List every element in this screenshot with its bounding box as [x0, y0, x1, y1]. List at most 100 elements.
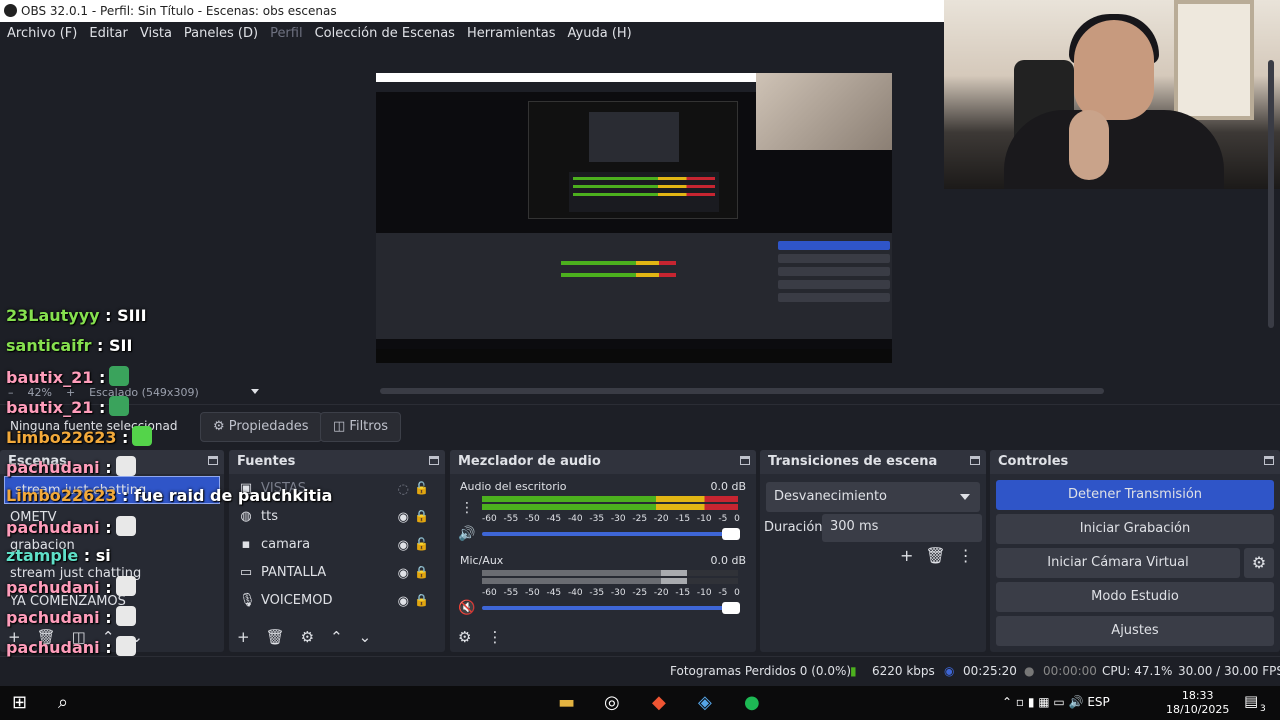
volume-icon[interactable]: 🔊: [1069, 695, 1088, 709]
preview-horizontal-scrollbar[interactable]: [380, 388, 1104, 394]
source-item[interactable]: ▭ PANTALLA ◉ 🔒: [229, 560, 445, 588]
audio-mixer-dock: Mezclador de audio Audio del escritorio …: [450, 450, 756, 652]
add-transition-button[interactable]: +: [900, 546, 913, 565]
channel-menu-icon[interactable]: ⋮: [460, 500, 474, 516]
eye-icon[interactable]: ◉: [398, 594, 409, 609]
chat-username: pachudani: [6, 638, 100, 657]
source-item[interactable]: ◍ tts ◉ 🔒: [229, 504, 445, 532]
menu-paneles[interactable]: Paneles (D): [177, 22, 263, 41]
search-icon[interactable]: ⌕: [58, 692, 68, 713]
obs-logo-icon: [4, 4, 17, 17]
unlock-icon[interactable]: 🔓: [414, 481, 429, 495]
volume-slider-knob[interactable]: [722, 602, 740, 614]
menu-vista[interactable]: Vista: [133, 22, 177, 41]
obs-taskbar-icon[interactable]: ◎: [604, 692, 620, 713]
undock-icon[interactable]: [1264, 456, 1274, 465]
transition-select[interactable]: Desvanecimiento: [766, 482, 980, 512]
undock-icon[interactable]: [740, 456, 750, 465]
clock[interactable]: 18:33 18/10/2025: [1166, 689, 1229, 717]
db-scale-tick: -35: [589, 588, 605, 598]
chat-username: bautix_21: [6, 368, 94, 387]
trash-icon[interactable]: 🗑: [925, 546, 945, 565]
studio-mode-button[interactable]: Modo Estudio: [996, 582, 1274, 612]
gear-icon[interactable]: ⚙: [1244, 548, 1274, 578]
window-title: OBS 32.0.1 - Perfil: Sin Título - Escena…: [21, 4, 337, 18]
lock-icon[interactable]: 🔒: [414, 509, 429, 523]
cpu-usage: CPU: 47.1%: [1102, 664, 1173, 678]
program-preview[interactable]: [376, 73, 892, 363]
chat-text: :: [98, 368, 106, 387]
webcam-icon[interactable]: ▫: [1016, 695, 1028, 709]
fps: 30.00 / 30.00 FPS: [1178, 664, 1280, 678]
chat-text: : si: [83, 546, 111, 565]
add-source-button[interactable]: +: [237, 628, 250, 646]
undock-icon[interactable]: [429, 456, 439, 465]
mixer-menu-icon[interactable]: ⋮: [487, 628, 502, 646]
stream-icon: ◉: [944, 664, 955, 678]
mixer-dock-header: Mezclador de audio: [450, 450, 756, 474]
settings-button[interactable]: Ajustes: [996, 616, 1274, 646]
unlock-icon[interactable]: 🔓: [414, 537, 429, 551]
folder-icon[interactable]: ▬: [558, 692, 575, 713]
stop-stream-button[interactable]: Detener Transmisión: [996, 480, 1274, 510]
windows-start-icon[interactable]: ⊞: [12, 692, 27, 713]
trash-icon[interactable]: 🗑: [266, 628, 285, 646]
chat-message: santicaifr : SII: [6, 336, 132, 355]
system-tray: ⌃ ▫ ▮ ▦ ▭ 🔊 ESP: [1002, 695, 1110, 709]
volume-slider[interactable]: [482, 528, 740, 540]
language-indicator[interactable]: ESP: [1087, 695, 1109, 709]
lock-icon[interactable]: 🔒: [414, 593, 429, 607]
chat-text: : SIII: [105, 306, 147, 325]
menu-archivo[interactable]: Archivo (F): [0, 22, 82, 41]
menu-coleccion[interactable]: Colección de Escenas: [308, 22, 460, 41]
menu-editar[interactable]: Editar: [82, 22, 133, 41]
gear-icon[interactable]: ⚙: [458, 628, 471, 646]
spotify-icon[interactable]: ●: [744, 692, 760, 713]
move-up-button[interactable]: ⌃: [330, 628, 343, 646]
chat-emote-icon: [109, 396, 130, 416]
preview-vertical-scrollbar[interactable]: [1268, 60, 1274, 328]
properties-button[interactable]: ⚙ Propiedades: [200, 412, 322, 442]
eye-hidden-icon[interactable]: ◌: [398, 482, 409, 497]
start-recording-button[interactable]: Iniciar Grabación: [996, 514, 1274, 544]
notification-icon[interactable]: ▤: [1244, 692, 1258, 710]
brave-icon[interactable]: ◆: [652, 692, 666, 713]
transition-menu-icon[interactable]: ⋮: [958, 546, 974, 565]
chat-message: ztample : si: [6, 546, 111, 565]
start-virtual-camera-button[interactable]: Iniciar Cámara Virtual: [996, 548, 1240, 578]
chat-text: :: [98, 398, 106, 417]
menu-herramientas[interactable]: Herramientas: [460, 22, 561, 41]
preview-nested-docks: [376, 233, 892, 339]
source-item[interactable]: ▪ camara ◉ 🔓: [229, 532, 445, 560]
duration-spinbox[interactable]: 300 ms: [822, 514, 982, 542]
chat-username: bautix_21: [6, 398, 94, 417]
eye-icon[interactable]: ◉: [398, 538, 409, 553]
stream-time: 00:25:20: [963, 664, 1017, 678]
network-icon[interactable]: ▦: [1038, 695, 1053, 709]
chat-message: Limbo22623 :: [6, 426, 153, 447]
db-scale-tick: -10: [696, 514, 712, 524]
chevron-down-icon[interactable]: [250, 389, 259, 394]
chevron-up-icon[interactable]: ⌃: [1002, 695, 1016, 709]
volume-slider[interactable]: [482, 602, 740, 614]
undock-icon[interactable]: [970, 456, 980, 465]
gear-icon: ⚙: [213, 419, 229, 434]
gear-icon[interactable]: ⚙: [301, 628, 314, 646]
speaker-muted-icon[interactable]: 🔇: [458, 600, 475, 616]
volume-slider-knob[interactable]: [722, 528, 740, 540]
davinci-icon[interactable]: ◈: [698, 692, 712, 713]
eye-icon[interactable]: ◉: [398, 566, 409, 581]
battery-icon[interactable]: ▭: [1053, 695, 1068, 709]
menu-ayuda[interactable]: Ayuda (H): [561, 22, 637, 41]
chat-username: santicaifr: [6, 336, 92, 355]
speaker-icon[interactable]: 🔊: [458, 526, 475, 542]
camera-icon: ▪: [241, 537, 251, 552]
eye-icon[interactable]: ◉: [398, 510, 409, 525]
menu-perfil: Perfil: [270, 26, 303, 41]
microphone-icon[interactable]: ▮: [1028, 695, 1038, 709]
undock-icon[interactable]: [208, 456, 218, 465]
filters-button[interactable]: ◫ Filtros: [320, 412, 402, 442]
source-item[interactable]: 🎙 VOICEMOD ◉ 🔒: [229, 588, 445, 616]
lock-icon[interactable]: 🔒: [414, 565, 429, 579]
move-down-button[interactable]: ⌄: [359, 628, 372, 646]
